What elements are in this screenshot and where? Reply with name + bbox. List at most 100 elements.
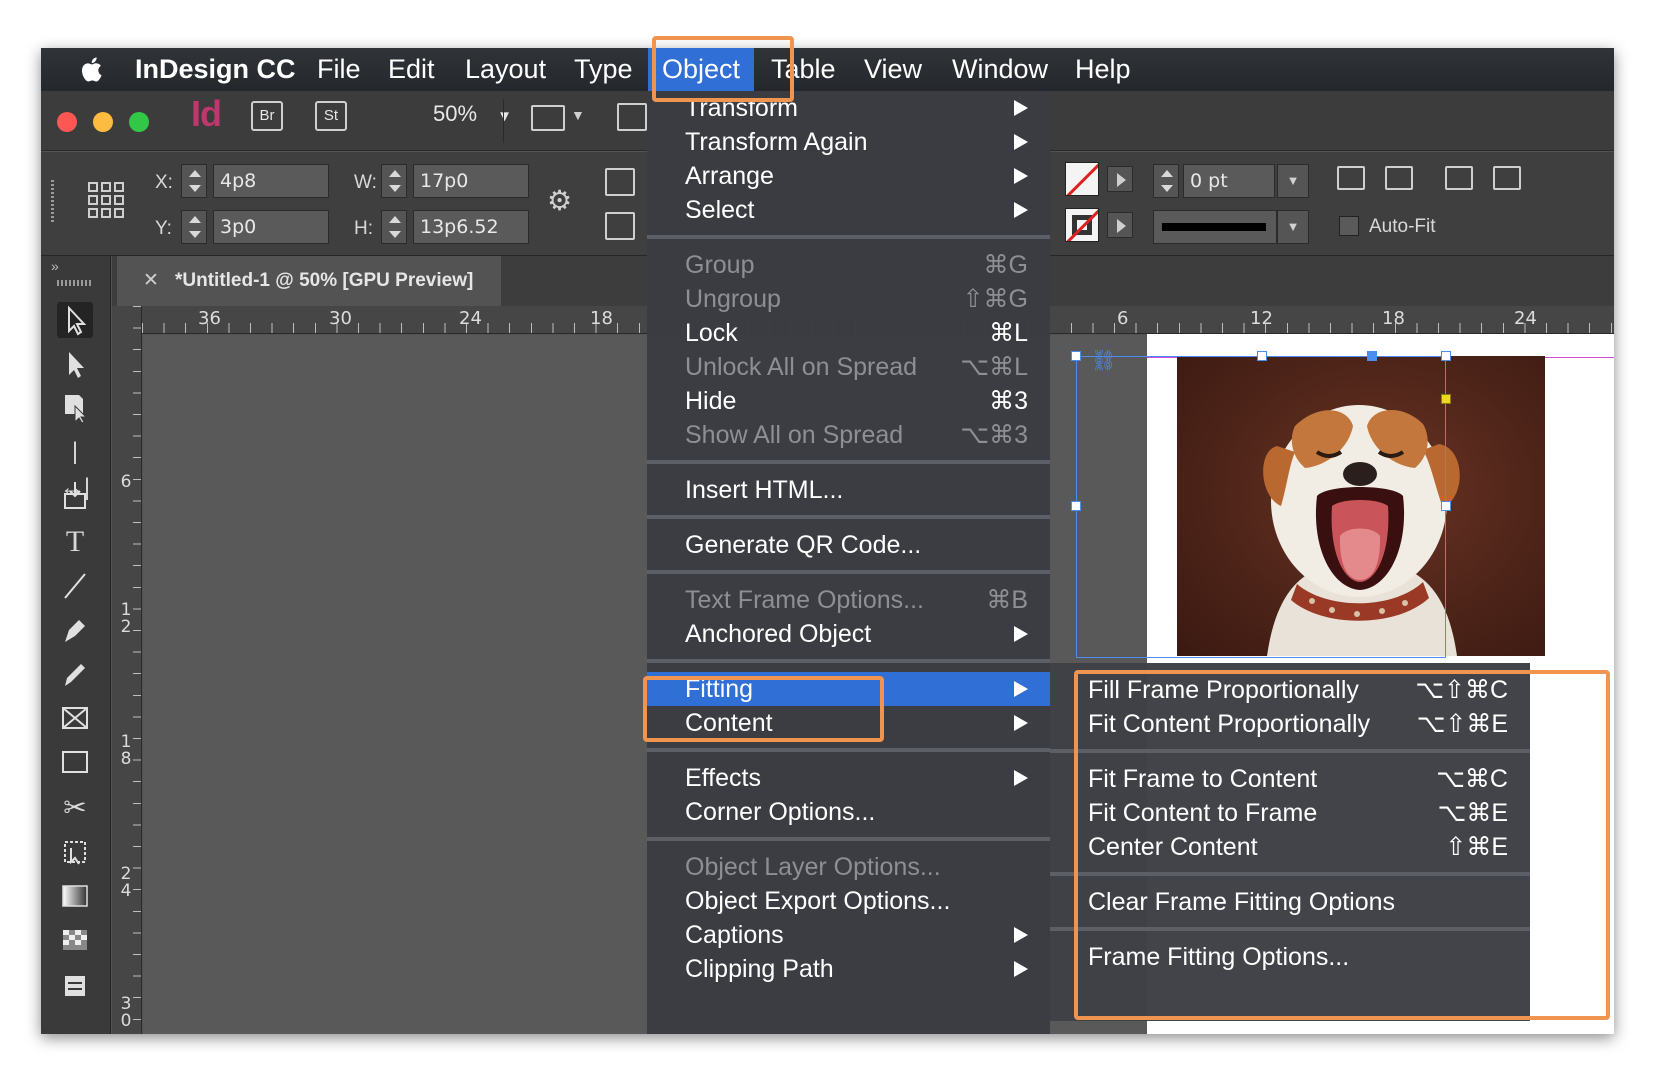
zoom-dropdown-icon: ▼ [497,108,513,125]
menu-item-object-export-options[interactable]: Object Export Options... [647,884,1050,918]
type-tool-icon[interactable]: T [57,524,93,560]
close-window-button[interactable] [57,112,77,132]
resize-handle-right[interactable] [1441,501,1451,511]
submenu-arrow-icon [1014,927,1028,943]
rectangle-tool-icon[interactable] [57,744,93,780]
direct-selection-tool-icon[interactable] [57,346,93,382]
h-field[interactable]: 13p6.52 [413,210,529,244]
menu-view[interactable]: View [864,48,922,91]
fill-menu-button[interactable] [1107,166,1133,192]
maximize-window-button[interactable] [129,112,149,132]
menu-item-text-frame-options[interactable]: Text Frame Options... ⌘B [647,583,1050,617]
line-tool-icon[interactable] [57,568,93,604]
rectangle-frame-tool-icon[interactable] [57,700,93,736]
constrain-proportions-icon[interactable]: ⚙ [547,184,572,217]
menu-bar: InDesign CC File Edit Layout Type Object… [41,48,1614,91]
menu-item-captions[interactable]: Captions [647,918,1050,952]
menu-item-select[interactable]: Select [647,193,1050,227]
free-transform-tool-icon[interactable] [57,834,93,870]
menu-item-anchored-object[interactable]: Anchored Object [647,617,1050,651]
close-tab-icon[interactable]: ✕ [143,256,159,306]
w-field[interactable]: 17p0 [413,164,529,198]
y-stepper[interactable] [181,210,207,244]
stroke-weight-stepper[interactable] [1153,164,1179,198]
fit-content-proportionally-icon[interactable] [1337,166,1365,190]
menu-window[interactable]: Window [952,48,1048,91]
menu-item-show-all-on-spread[interactable]: Show All on Spread ⌥⌘3 [647,418,1050,452]
live-corner-handle[interactable] [1441,394,1451,404]
fit-frame-to-content-icon[interactable] [1445,166,1473,190]
menu-item-clipping-path[interactable]: Clipping Path [647,952,1050,986]
selection-tool-icon[interactable] [57,302,93,338]
gap-tool-icon[interactable]: |↔| [57,434,93,501]
menu-item-transform-again[interactable]: Transform Again [647,125,1050,159]
panel-grip[interactable] [57,280,93,286]
view-options-dropdown-icon[interactable]: ▼ [571,107,585,123]
x-field[interactable]: 4p8 [213,164,329,198]
minimize-window-button[interactable] [93,112,113,132]
menu-item-group[interactable]: Group ⌘G [647,248,1050,282]
resize-handle-top-right[interactable] [1441,351,1451,361]
page-tool-icon[interactable] [57,390,93,426]
stroke-weight-dropdown-icon[interactable]: ▼ [1277,164,1309,198]
pencil-tool-icon[interactable] [57,656,93,692]
menu-layout[interactable]: Layout [465,48,546,91]
h-stepper[interactable] [381,210,407,244]
x-stepper[interactable] [181,164,207,198]
fill-frame-proportionally-icon[interactable] [1385,166,1413,190]
indesign-logo: Id [191,93,222,134]
resize-handle-left[interactable] [1071,501,1081,511]
pen-tool-icon[interactable] [57,612,93,648]
auto-fit-checkbox[interactable] [1339,216,1359,236]
menu-app-name[interactable]: InDesign CC [135,48,296,91]
stroke-weight-field[interactable]: 0 pt [1183,164,1275,198]
menu-item-object-layer-options[interactable]: Object Layer Options... [647,850,1050,884]
stroke-menu-button[interactable] [1107,212,1133,238]
menu-item-ungroup[interactable]: Ungroup ⇧⌘G [647,282,1050,316]
menu-item-unlock-all-on-spread[interactable]: Unlock All on Spread ⌥⌘L [647,350,1050,384]
stock-button[interactable]: St [315,101,347,131]
x-label: X: [155,172,173,193]
link-icon[interactable]: ⛓ [1091,348,1116,373]
screen-mode-icon[interactable] [617,103,647,131]
object-menu: Transform Transform Again Arrange Select… [647,91,1050,1034]
gradient-feather-tool-icon[interactable] [57,922,93,958]
gradient-swatch-tool-icon[interactable] [57,878,93,914]
reference-point-icon[interactable] [88,182,124,218]
submenu-arrow-icon [1014,202,1028,218]
w-stepper[interactable] [381,164,407,198]
bridge-button[interactable]: Br [251,101,283,131]
fit-content-to-frame-icon[interactable] [1493,166,1521,190]
document-tab[interactable]: ✕ *Untitled-1 @ 50% [GPU Preview] [117,256,501,306]
collapse-panel-icon[interactable]: » [51,258,59,274]
menu-edit[interactable]: Edit [388,48,435,91]
panel-grip[interactable] [51,180,54,224]
menu-separator [647,659,1050,663]
apple-icon[interactable] [79,56,103,83]
menu-type[interactable]: Type [574,48,633,91]
menu-item-effects[interactable]: Effects [647,761,1050,795]
menu-item-arrange[interactable]: Arrange [647,159,1050,193]
menu-item-insert-html[interactable]: Insert HTML... [647,473,1050,507]
flip-icon[interactable] [605,212,635,240]
stroke-type-dropdown-icon[interactable]: ▼ [1277,210,1309,244]
y-field[interactable]: 3p0 [213,210,329,244]
menu-help[interactable]: Help [1075,48,1131,91]
resize-handle-top-left[interactable] [1071,351,1081,361]
stroke-type-field[interactable] [1153,210,1277,244]
menu-item-generate-qr-code[interactable]: Generate QR Code... [647,528,1050,562]
content-collector-icon[interactable] [57,478,93,514]
scissors-tool-icon[interactable]: ✂ [57,790,93,826]
view-options-icon[interactable] [531,105,565,131]
note-tool-icon[interactable] [57,968,93,1004]
zoom-level[interactable]: 50% ▼ [433,101,512,127]
menu-item-lock[interactable]: Lock ⌘L [647,316,1050,350]
menu-file[interactable]: File [317,48,361,91]
resize-handle-top[interactable] [1257,351,1267,361]
fill-swatch[interactable] [1065,162,1099,196]
menu-item-corner-options[interactable]: Corner Options... [647,795,1050,829]
content-grabber-handle[interactable] [1367,351,1377,361]
rotate-icon[interactable] [605,168,635,196]
stroke-swatch[interactable] [1065,208,1099,242]
menu-item-hide[interactable]: Hide ⌘3 [647,384,1050,418]
